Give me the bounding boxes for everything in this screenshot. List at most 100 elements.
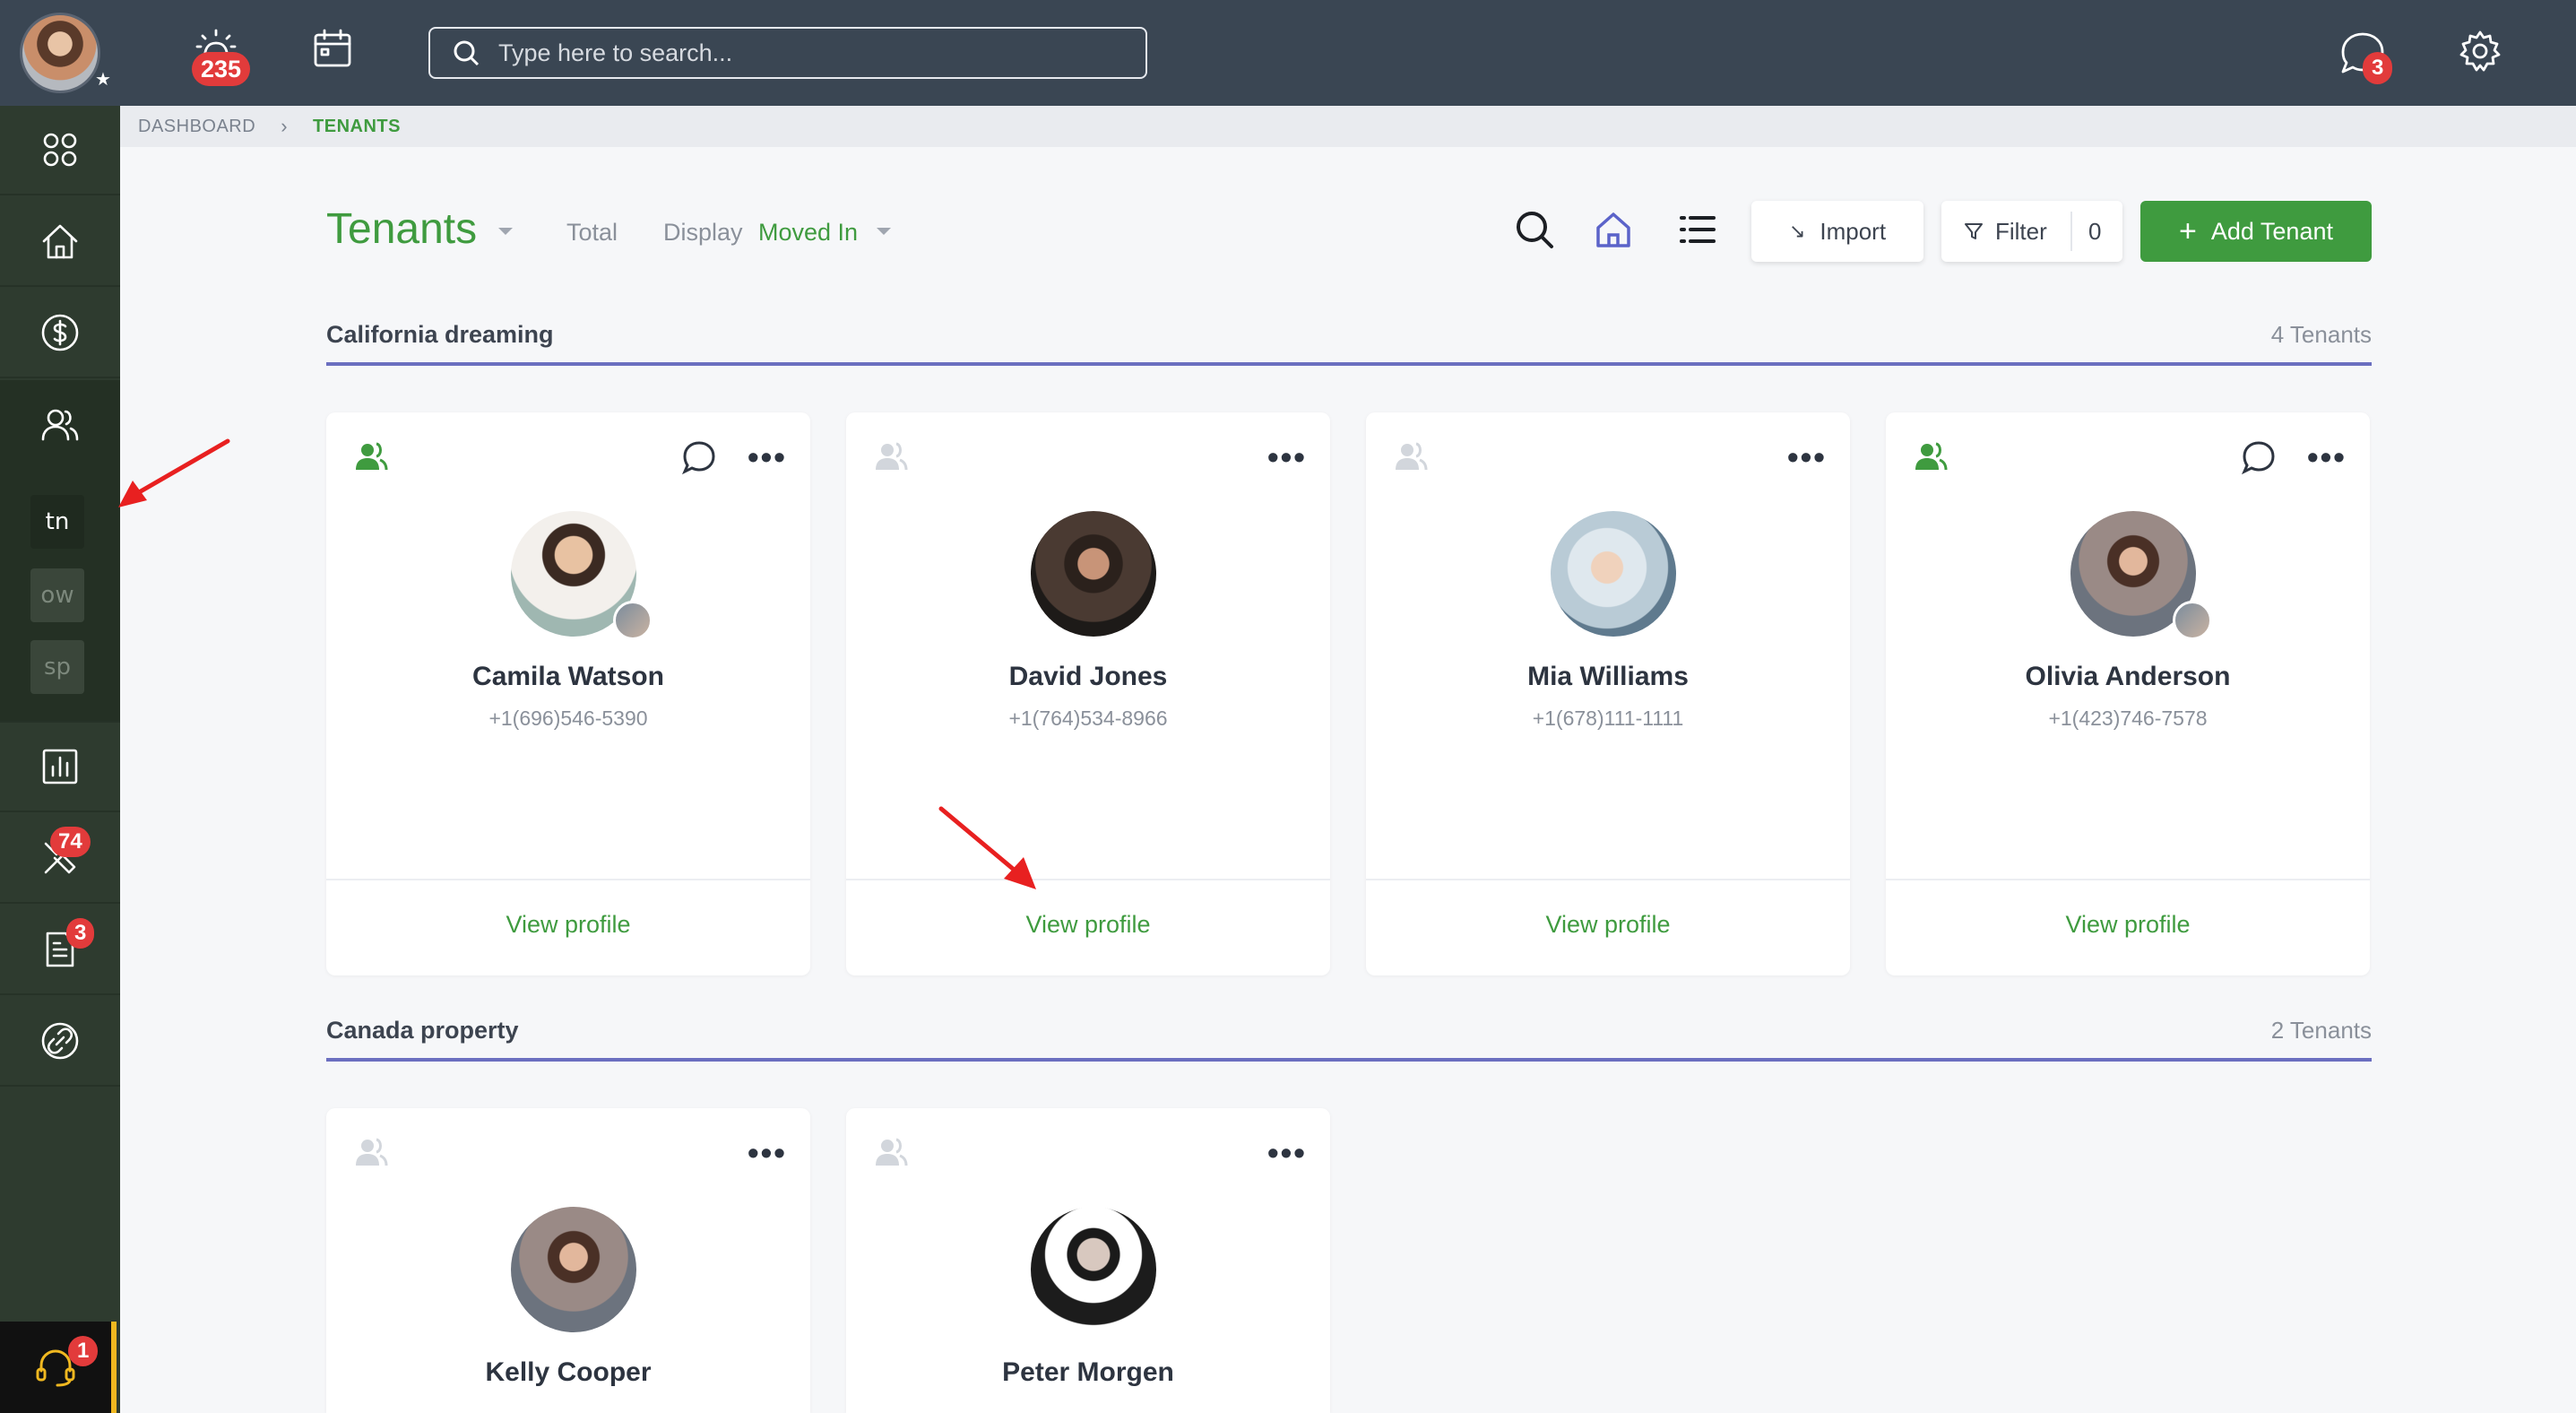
- search-bar[interactable]: [428, 27, 1147, 79]
- breadcrumb: DASHBOARD › TENANTS: [120, 106, 2576, 147]
- display-filter-value[interactable]: Moved In: [758, 219, 858, 247]
- sidebar-header: ★: [0, 0, 120, 106]
- messages-button[interactable]: 3: [2338, 29, 2393, 84]
- message-icon[interactable]: [2241, 439, 2277, 475]
- breadcrumb-tenants: TENANTS: [313, 116, 401, 136]
- display-label: Display: [663, 219, 743, 246]
- property-thumbnail: [2173, 601, 2212, 640]
- tenant-phone: +1(423)746-7578: [2048, 706, 2208, 730]
- sidebar-item-people[interactable]: [0, 380, 120, 470]
- pin-icon[interactable]: ★: [93, 70, 113, 90]
- plus-icon: +: [2179, 214, 2197, 248]
- maintenance-badge: 74: [50, 827, 91, 857]
- section-title-california: California dreaming: [326, 321, 554, 348]
- tenant-phone: +1(696)546-5390: [488, 706, 648, 730]
- tenant-name[interactable]: Mia Williams: [1366, 662, 1850, 692]
- section-title-canada: Canada property: [326, 1017, 519, 1044]
- property-thumbnail: [613, 601, 653, 640]
- sidebar-sub-owners[interactable]: ow: [30, 568, 84, 622]
- add-tenant-label: Add Tenant: [2210, 217, 2333, 245]
- sidebar-item-maintenance[interactable]: 74: [0, 814, 120, 904]
- search-view-icon[interactable]: [1515, 210, 1554, 249]
- more-options-icon[interactable]: •••: [1267, 1137, 1307, 1169]
- view-profile-link[interactable]: View profile: [846, 911, 1330, 939]
- tenant-card: ••• Mia Williams +1(678)111-1111 View pr…: [1366, 412, 1850, 975]
- tenant-name[interactable]: Peter Morgen: [846, 1357, 1330, 1388]
- tenant-photo: [1551, 511, 1676, 637]
- section-count-canada: 2 Tenants: [2270, 1017, 2372, 1044]
- alerts-button[interactable]: 235: [192, 25, 251, 86]
- breadcrumb-dashboard[interactable]: DASHBOARD: [138, 117, 255, 137]
- more-options-icon[interactable]: •••: [748, 441, 787, 473]
- support-button[interactable]: 1: [0, 1322, 117, 1413]
- search-input[interactable]: [498, 39, 1126, 67]
- sidebar-sub-service-pros[interactable]: sp: [30, 640, 84, 694]
- more-options-icon[interactable]: •••: [748, 1137, 787, 1169]
- annotation-arrow-icon: [938, 806, 1036, 889]
- filter-button[interactable]: Filter 0: [1941, 201, 2122, 262]
- top-bar: 235 3: [120, 0, 2576, 106]
- tenant-card: ••• Peter Morgen: [846, 1108, 1330, 1413]
- total-label: Total: [566, 219, 618, 246]
- people-submenu: tn ow sp: [0, 470, 120, 723]
- tenant-status-icon: [356, 442, 388, 471]
- import-label: Import: [1820, 217, 1887, 245]
- tenant-status-icon: [876, 442, 908, 471]
- display-dropdown-icon[interactable]: [877, 228, 891, 235]
- import-button[interactable]: ↘ Import: [1751, 201, 1923, 262]
- sidebar-sub-tenants[interactable]: tn: [30, 495, 84, 549]
- tenant-name[interactable]: David Jones: [846, 662, 1330, 692]
- grid-icon: [43, 133, 77, 167]
- message-icon[interactable]: [681, 439, 717, 475]
- alerts-badge: 235: [192, 52, 251, 86]
- view-profile-link[interactable]: View profile: [326, 911, 810, 939]
- sidebar-item-reports[interactable]: [0, 723, 120, 812]
- chevron-right-icon: ›: [281, 115, 289, 137]
- tenant-name[interactable]: Camila Watson: [326, 662, 810, 692]
- users-icon: [41, 409, 79, 441]
- sidebar: ★ tn ow sp 74 3 1: [0, 0, 120, 1413]
- calendar-icon: [314, 29, 351, 67]
- bar-chart-icon: [42, 749, 78, 785]
- sidebar-item-documents[interactable]: 3: [0, 906, 120, 995]
- sidebar-item-accounting[interactable]: [0, 289, 120, 378]
- tenant-status-icon: [876, 1138, 908, 1166]
- tenant-card: ••• Kelly Cooper: [326, 1108, 810, 1413]
- view-profile-link[interactable]: View profile: [1366, 911, 1850, 939]
- page-title[interactable]: Tenants: [326, 204, 477, 254]
- settings-button[interactable]: [2458, 29, 2503, 74]
- tenant-status-icon: [356, 1138, 388, 1166]
- tenant-name[interactable]: Olivia Anderson: [1886, 662, 2370, 692]
- user-avatar[interactable]: [20, 13, 100, 93]
- calendar-button[interactable]: [310, 27, 355, 72]
- support-badge: 1: [68, 1336, 99, 1366]
- more-options-icon[interactable]: •••: [2307, 441, 2347, 473]
- sidebar-item-properties[interactable]: [0, 197, 120, 287]
- more-options-icon[interactable]: •••: [1267, 441, 1307, 473]
- link-icon: [41, 1022, 79, 1060]
- tenant-photo: [1031, 511, 1156, 637]
- tenant-card: ••• Olivia Anderson +1(423)746-7578 View…: [1886, 412, 2370, 975]
- import-arrow-icon: ↘: [1788, 220, 1806, 242]
- documents-badge: 3: [66, 918, 95, 949]
- sidebar-item-apps[interactable]: [0, 106, 120, 195]
- sidebar-item-integrations[interactable]: [0, 997, 120, 1087]
- add-tenant-button[interactable]: + Add Tenant: [2140, 201, 2372, 262]
- section-divider: [326, 1058, 2372, 1062]
- tenant-photo: [1031, 1207, 1156, 1332]
- property-view-icon[interactable]: [1594, 210, 1633, 249]
- filter-icon: [1965, 223, 1983, 239]
- gear-icon: [2459, 30, 2501, 72]
- view-profile-link[interactable]: View profile: [1886, 911, 2370, 939]
- tenant-phone: +1(764)534-8966: [1008, 706, 1168, 730]
- more-options-icon[interactable]: •••: [1787, 441, 1827, 473]
- annotation-arrow-icon: [118, 438, 230, 507]
- list-view-icon[interactable]: [1678, 210, 1717, 249]
- tenant-photo: [511, 1207, 636, 1332]
- home-icon: [42, 224, 78, 259]
- tenant-name[interactable]: Kelly Cooper: [326, 1357, 810, 1388]
- title-dropdown-icon[interactable]: [498, 228, 513, 235]
- filter-label: Filter: [1995, 217, 2047, 245]
- section-count-california: 4 Tenants: [2270, 321, 2372, 348]
- tenant-status-icon: [1915, 442, 1948, 471]
